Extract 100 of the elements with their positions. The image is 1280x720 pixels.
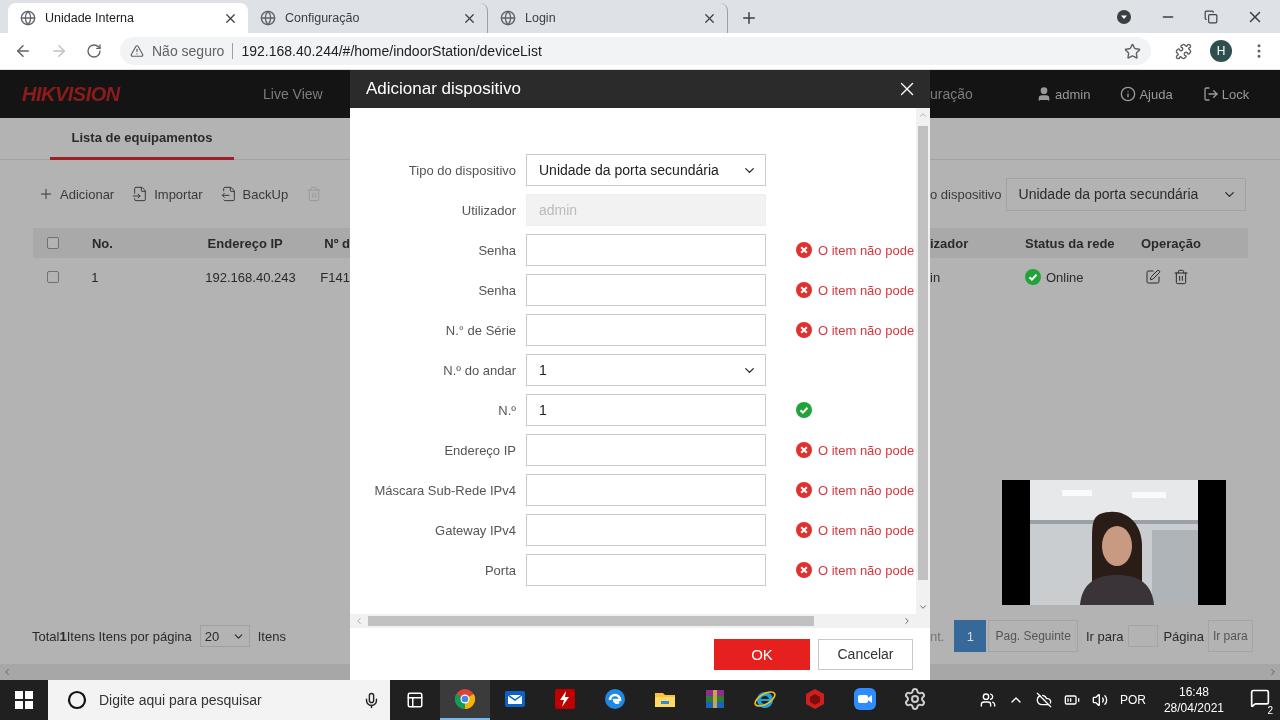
error-message: O item não pode: [818, 562, 915, 578]
task-view-icon[interactable]: [406, 691, 424, 709]
scrollbar[interactable]: [930, 664, 1280, 680]
select-field[interactable]: Unidade da porta secundária: [526, 154, 766, 186]
select-field[interactable]: 1: [526, 354, 766, 386]
page-size-select[interactable]: 20: [199, 625, 250, 647]
globe-icon: [260, 10, 276, 26]
toolbar-button[interactable]: Importar: [132, 186, 203, 202]
file-export-icon: [220, 186, 237, 202]
cancel-button[interactable]: Cancelar: [818, 638, 913, 670]
cloud-off-icon[interactable]: [1035, 692, 1052, 708]
people-icon[interactable]: [979, 692, 996, 708]
input-field[interactable]: [526, 474, 766, 506]
notification-icon[interactable]: [1250, 688, 1270, 708]
star-icon[interactable]: [1124, 42, 1141, 60]
input-field[interactable]: [526, 234, 766, 266]
restore-icon[interactable]: [1204, 9, 1218, 24]
puzzle-icon[interactable]: [1175, 42, 1192, 60]
goto-button[interactable]: Ir para: [1207, 620, 1253, 652]
taskbar-button[interactable]: [440, 680, 490, 720]
error-message: O item não pode: [818, 242, 915, 258]
page-tab[interactable]: Lista de equipamentos: [50, 118, 234, 160]
input-field[interactable]: [526, 514, 766, 546]
error-message: O item não pode: [818, 282, 915, 298]
table-cell: 192.168.40.243: [205, 269, 296, 285]
scroll-down-icon[interactable]: [918, 602, 928, 612]
archive-icon: [703, 687, 727, 711]
gear-icon: [903, 687, 927, 711]
search-bar[interactable]: Digite aqui para pesquisar: [48, 680, 390, 720]
header-link[interactable]: admin: [1036, 86, 1091, 102]
page-label: Página: [1163, 628, 1204, 644]
search-field[interactable]: Digite aqui para pesquisar: [97, 691, 353, 709]
device-type-select[interactable]: Unidade da porta secundária: [1005, 177, 1246, 211]
nav-link[interactable]: uração: [930, 86, 1036, 102]
column-header: Operação: [1141, 235, 1201, 251]
scrollbar[interactable]: [0, 664, 350, 680]
ok-button[interactable]: OK: [714, 638, 810, 670]
next-page-button[interactable]: Pag. Seguinte: [988, 620, 1078, 652]
error-message: O item não pode: [818, 442, 915, 458]
globe-icon: [500, 10, 516, 26]
input-field[interactable]: [526, 314, 766, 346]
dialog-title: Adicionar dispositivo: [366, 79, 521, 99]
items-label: Itens: [257, 628, 286, 644]
edit-icon[interactable]: [1145, 269, 1161, 285]
error-message: O item não pode: [818, 522, 915, 538]
microphone-icon[interactable]: [363, 691, 380, 709]
start-icon[interactable]: [15, 691, 33, 709]
notification-count: 2: [1265, 705, 1275, 716]
table-cell: F141: [320, 269, 350, 285]
error-message: O item não pode: [818, 482, 915, 498]
dropdown-icon[interactable]: [1116, 8, 1132, 25]
hexagon-icon: [803, 687, 827, 711]
nav-link[interactable]: Live View: [263, 86, 323, 102]
field-label: Endereço IP: [443, 442, 516, 458]
address-field[interactable]: Não seguro 192.168.40.244/#/home/indoorStation/deviceList: [120, 37, 1151, 65]
input-field[interactable]: [526, 274, 766, 306]
field-label: Utilizador: [460, 202, 516, 218]
column-header: No.: [91, 235, 113, 251]
header-link[interactable]: Ajuda: [1120, 86, 1173, 102]
plus-icon: [38, 186, 54, 202]
battery-icon[interactable]: [1063, 692, 1080, 708]
toolbar-button[interactable]: BackUp: [220, 186, 289, 202]
volume-icon[interactable]: [1091, 692, 1108, 708]
vertical-scrollbar[interactable]: [916, 108, 930, 614]
column-header: izador: [930, 235, 969, 251]
row-checkbox[interactable]: [47, 271, 59, 283]
tab-title: Configuração: [285, 11, 361, 25]
tab-title: Login: [525, 11, 557, 25]
tab-title: Unidade Interna: [45, 11, 135, 25]
toolbar-button[interactable]: Adicionar: [38, 186, 115, 202]
logout-icon: [1202, 86, 1219, 102]
back-icon[interactable]: [14, 42, 32, 60]
goto-label: Ir para: [1085, 628, 1124, 644]
new-tab-icon[interactable]: [740, 9, 758, 27]
field-label: Tipo do dispositivo: [407, 162, 516, 178]
user-icon: [1036, 86, 1052, 102]
trash-icon[interactable]: [1173, 269, 1189, 285]
reload-icon[interactable]: [86, 43, 102, 59]
field-label: Máscara Sub-Rede IPv4: [373, 482, 516, 498]
clock-time: 16:48: [1178, 685, 1209, 699]
header-link[interactable]: Lock: [1202, 86, 1250, 102]
status-text: Online: [1046, 269, 1084, 285]
browser-icon: [453, 687, 477, 711]
profile-avatar[interactable]: H: [1210, 40, 1232, 62]
field-label: Porta: [483, 562, 516, 578]
warning-icon: [130, 44, 144, 58]
page-number-button[interactable]: 1: [954, 620, 987, 652]
field-label: Gateway IPv4: [434, 522, 516, 538]
horizontal-scrollbar[interactable]: [350, 614, 930, 628]
scroll-right-icon[interactable]: [902, 616, 912, 626]
total-text: Total1Itens Itens por página: [32, 628, 192, 644]
browser-tab[interactable]: Unidade Interna: [8, 3, 248, 33]
bolt-icon: [553, 687, 577, 711]
browser-icon: [603, 687, 627, 711]
input-field[interactable]: 1: [526, 394, 766, 426]
select-all-checkbox[interactable]: [47, 237, 59, 249]
file-import-icon: [132, 186, 149, 202]
language-indicator[interactable]: POR: [1119, 693, 1146, 707]
input-field[interactable]: [526, 434, 766, 466]
input-field[interactable]: [526, 554, 766, 586]
